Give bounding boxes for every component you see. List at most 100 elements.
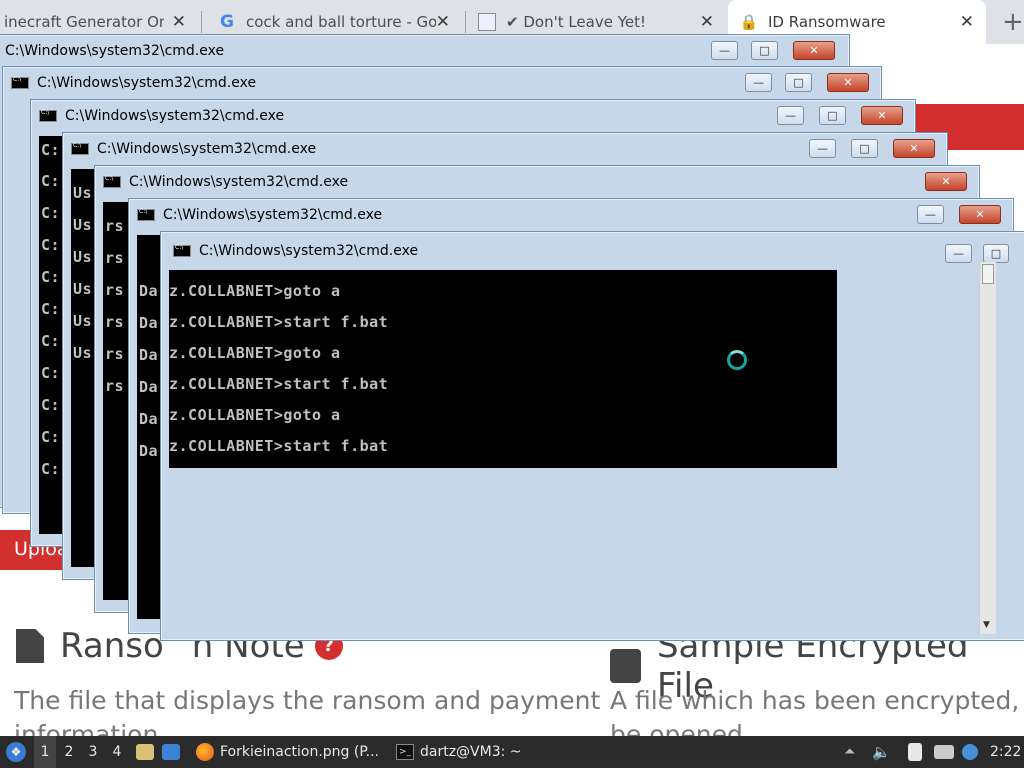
sample-file-description: A file which has been encrypted, an be o… bbox=[610, 684, 1024, 736]
maximize-button[interactable]: □ bbox=[983, 244, 1009, 263]
console-line: rs bbox=[105, 345, 125, 363]
console-line: rs bbox=[105, 249, 125, 267]
tab-title: ID Ransomware bbox=[768, 13, 886, 31]
menu-icon: ❖ bbox=[6, 742, 26, 762]
console-line: C: bbox=[41, 364, 61, 382]
show-desktop-button[interactable] bbox=[162, 736, 180, 768]
close-icon[interactable]: ✕ bbox=[960, 12, 974, 32]
taskbar-task-image-viewer[interactable]: Forkieinaction.png (P... bbox=[196, 736, 382, 768]
taskbar: ❖ 1 2 3 4 Forkieinaction.png (P... >_ da… bbox=[0, 736, 1024, 768]
console-line: C: bbox=[41, 141, 61, 159]
tab-title: ✔ Don't Leave Yet! bbox=[506, 13, 647, 31]
close-button[interactable]: ✕ bbox=[959, 205, 1001, 224]
maximize-button[interactable]: □ bbox=[851, 139, 878, 158]
taskbar-task-terminal[interactable]: >_ dartz@VM3: ~ bbox=[396, 736, 546, 768]
clock[interactable]: 2:22 bbox=[990, 736, 1021, 768]
close-button[interactable]: ✕ bbox=[861, 106, 903, 125]
cmd-icon bbox=[71, 142, 89, 155]
window-title: C:\Windows\system32\cmd.exe bbox=[97, 140, 317, 157]
tray-volume[interactable]: 🔈 bbox=[872, 736, 891, 768]
close-button[interactable]: ✕ bbox=[925, 172, 967, 191]
console-line: rs bbox=[105, 377, 125, 395]
window-titlebar[interactable]: C:\Windows\system32\cmd.exe bbox=[129, 199, 1013, 230]
maximize-button[interactable]: □ bbox=[751, 41, 778, 60]
console-line: z.COLLABNET>start f.bat bbox=[169, 437, 389, 455]
tab-separator bbox=[201, 11, 202, 33]
maximize-button[interactable]: □ bbox=[819, 106, 846, 125]
cmd-icon bbox=[137, 208, 155, 221]
close-button[interactable]: ✕ bbox=[793, 41, 835, 60]
file-icon bbox=[16, 629, 44, 663]
description-line: information. bbox=[14, 720, 167, 736]
console-line: C: bbox=[41, 236, 61, 254]
workspace-2[interactable]: 2 bbox=[58, 736, 80, 768]
workspace-3[interactable]: 3 bbox=[82, 736, 104, 768]
minimize-button[interactable]: — bbox=[945, 244, 972, 263]
console-line: C: bbox=[41, 396, 61, 414]
cmd-icon bbox=[11, 76, 29, 89]
minimize-button[interactable]: — bbox=[809, 139, 836, 158]
firefox-icon bbox=[196, 743, 214, 761]
minimize-button[interactable]: — bbox=[917, 205, 944, 224]
console-line: C: bbox=[41, 332, 61, 350]
up-arrow-icon: ⏶ bbox=[844, 744, 856, 760]
task-label: dartz@VM3: ~ bbox=[420, 744, 522, 760]
console-line: C: bbox=[41, 268, 61, 286]
minimize-button[interactable]: — bbox=[777, 106, 804, 125]
google-icon: G bbox=[220, 12, 234, 32]
scroll-thumb[interactable] bbox=[982, 264, 994, 284]
tray-updates[interactable]: ⏶ bbox=[844, 736, 855, 768]
console-line: z.COLLABNET>start f.bat bbox=[169, 375, 389, 393]
tray-clipboard[interactable] bbox=[908, 736, 922, 768]
lock-icon: 🔒 bbox=[739, 13, 759, 31]
busy-cursor-icon bbox=[727, 350, 747, 370]
console-line: C: bbox=[41, 300, 61, 318]
console-line: Us bbox=[73, 344, 93, 362]
maximize-button[interactable]: □ bbox=[785, 73, 812, 92]
window-title: C:\Windows\system32\cmd.exe bbox=[163, 206, 383, 223]
description-line: A file which has been encrypted, an bbox=[610, 686, 1024, 715]
console-line: Us bbox=[73, 248, 93, 266]
minimize-button[interactable]: — bbox=[745, 73, 772, 92]
console-line: Us bbox=[73, 280, 93, 298]
window-titlebar[interactable]: C:\Windows\system32\cmd.exe bbox=[95, 166, 979, 197]
window-title: C:\Windows\system32\cmd.exe bbox=[129, 173, 349, 190]
cmd-window-front[interactable]: C:\Windows\system32\cmd.exe — □ z.COLLAB… bbox=[160, 231, 1024, 641]
window-title: C:\Windows\system32\cmd.exe bbox=[37, 74, 257, 91]
window-titlebar[interactable]: C:\Windows\system32\cmd.exe bbox=[161, 232, 1024, 270]
start-menu-button[interactable]: ❖ bbox=[6, 736, 26, 768]
window-title: C:\Windows\system32\cmd.exe bbox=[199, 243, 419, 259]
scroll-down-icon[interactable]: ▼ bbox=[983, 620, 990, 630]
tab-separator bbox=[465, 11, 466, 33]
workspace-4[interactable]: 4 bbox=[106, 736, 128, 768]
new-tab-button[interactable]: + bbox=[1002, 7, 1024, 37]
close-icon[interactable]: ✕ bbox=[172, 12, 186, 32]
console-line: C: bbox=[41, 204, 61, 222]
console-line: z.COLLABNET>start f.bat bbox=[169, 313, 389, 331]
folder-icon bbox=[136, 744, 154, 760]
cmd-icon bbox=[173, 244, 191, 257]
file-manager-launcher[interactable] bbox=[136, 736, 154, 768]
terminal-icon: >_ bbox=[396, 744, 414, 760]
clipboard-icon bbox=[908, 743, 922, 761]
description-line: be opened. bbox=[610, 720, 751, 736]
description-line: The file that displays the ransom and pa… bbox=[14, 686, 601, 715]
info-icon bbox=[962, 744, 978, 760]
speaker-icon: 🔈 bbox=[872, 743, 891, 761]
monitor-icon bbox=[934, 745, 954, 759]
close-icon[interactable]: ✕ bbox=[436, 12, 450, 32]
tray-display[interactable] bbox=[934, 736, 954, 768]
console-line: Us bbox=[73, 312, 93, 330]
close-icon[interactable]: ✕ bbox=[700, 12, 714, 32]
tab-title: cock and ball torture - Go bbox=[246, 13, 436, 31]
console-line: rs bbox=[105, 281, 125, 299]
tray-notifications[interactable] bbox=[962, 736, 978, 768]
workspace-1[interactable]: 1 bbox=[34, 736, 56, 768]
console-line: z.COLLABNET>goto a bbox=[169, 344, 341, 362]
scrollbar[interactable]: ▼ bbox=[979, 262, 996, 634]
close-button[interactable]: ✕ bbox=[893, 139, 935, 158]
console-line: Us bbox=[73, 216, 93, 234]
page-icon bbox=[478, 13, 496, 31]
close-button[interactable]: ✕ bbox=[827, 73, 869, 92]
minimize-button[interactable]: — bbox=[711, 41, 738, 60]
